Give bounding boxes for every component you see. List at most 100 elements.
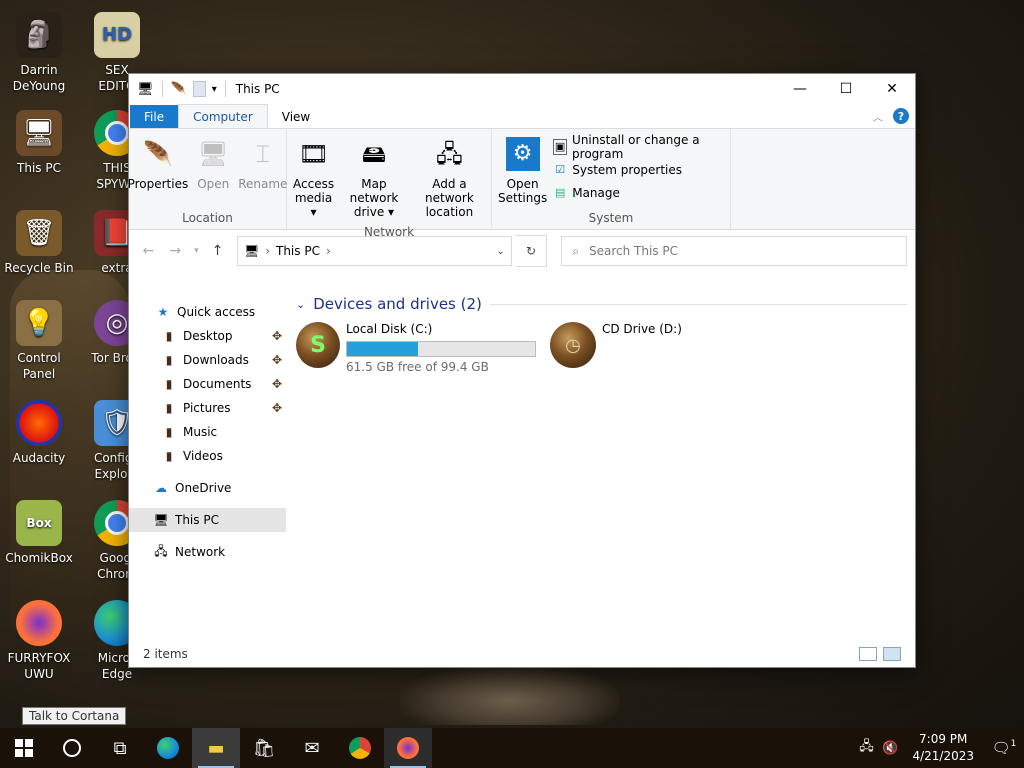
uninstall-program-button[interactable]: ▣ Uninstall or change a program	[553, 133, 726, 161]
back-arrow-icon[interactable]: ←	[137, 243, 160, 259]
hxd-editor-icon: HD	[94, 12, 140, 58]
window-controls: — ☐ ✕	[777, 74, 915, 104]
access-media-button[interactable]: 🎞 Access media ▾	[291, 133, 336, 223]
desktop-icon-furryfox[interactable]: FURRYFOX UWU	[0, 600, 78, 682]
forward-arrow-icon[interactable]: →	[164, 243, 187, 259]
refresh-button[interactable]: ↻	[515, 235, 548, 267]
collapse-ribbon-icon[interactable]: ︿	[873, 109, 883, 124]
nav-pictures[interactable]: ▮ Pictures ✥	[129, 396, 286, 420]
taskbar: ⧉ ▬ 🛍 ✉ 🖧 🔇 7:09 PM 4/21/2023 🗨 1	[0, 728, 1024, 768]
rename-button[interactable]: ⌶ Rename	[236, 133, 289, 209]
pin-icon[interactable]: ✥	[272, 377, 282, 391]
taskbar-mail[interactable]: ✉	[288, 728, 336, 768]
devices-group-header[interactable]: ⌄ Devices and drives (2)	[296, 290, 915, 318]
drive-cd-d[interactable]: ◷ CD Drive (D:)	[550, 322, 790, 378]
nav-quick-access[interactable]: ★ Quick access	[129, 300, 286, 324]
clock[interactable]: 7:09 PM 4/21/2023	[902, 731, 984, 765]
nav-music[interactable]: ▮ Music	[129, 420, 286, 444]
network-status-icon[interactable]: 🖧	[854, 737, 878, 759]
pin-icon[interactable]: ✥	[272, 353, 282, 367]
drive-local-disk-c[interactable]: S Local Disk (C:) 61.5 GB free of 99.4 G…	[296, 322, 536, 378]
taskbar-chrome[interactable]	[336, 728, 384, 768]
desktop-icon-recycle-bin[interactable]: 🗑 Recycle Bin	[0, 210, 78, 276]
tab-computer[interactable]: Computer	[178, 104, 268, 128]
tab-file[interactable]: File	[130, 105, 179, 128]
desktop-icon-audacity[interactable]: Audacity	[0, 400, 78, 466]
minimize-button[interactable]: —	[777, 74, 823, 104]
folder-icon: ▮	[165, 353, 173, 367]
maximize-button[interactable]: ☐	[823, 74, 869, 104]
mail-icon: ✉	[304, 737, 320, 759]
network-location-icon: 🖧	[436, 140, 463, 168]
start-button[interactable]	[0, 728, 48, 768]
breadcrumb-chevron-icon[interactable]: ›	[265, 244, 270, 258]
nav-onedrive[interactable]: ☁ OneDrive	[129, 476, 286, 500]
cortana-circle-icon	[63, 739, 81, 757]
drive-usage-fill	[347, 342, 419, 356]
details-view-icon[interactable]	[859, 647, 877, 661]
item-count: 2 items	[143, 647, 188, 661]
desktop-icon-this-pc[interactable]: 🖥 This PC	[0, 110, 78, 176]
lightbulb-icon: 💡	[16, 300, 62, 346]
nav-videos[interactable]: ▮ Videos	[129, 444, 286, 468]
address-dropdown-icon[interactable]: ⌄	[496, 246, 504, 257]
task-view-icon: ⧉	[113, 737, 127, 759]
system-properties-button[interactable]: ☑ System properties	[553, 160, 726, 179]
taskbar-edge[interactable]	[144, 728, 192, 768]
tab-view[interactable]: View	[268, 105, 324, 128]
chrome-icon	[349, 737, 371, 759]
desktop-icon-control-panel[interactable]: 💡 Control Panel	[0, 300, 78, 382]
cortana-button[interactable]	[48, 728, 96, 768]
task-view-button[interactable]: ⧉	[96, 728, 144, 768]
nav-desktop[interactable]: ▮ Desktop ✥	[129, 324, 286, 348]
chomikbox-icon: Box	[16, 500, 62, 546]
breadcrumb-chevron-icon[interactable]: ›	[326, 244, 331, 258]
nav-network[interactable]: 🖧 Network	[129, 540, 286, 564]
desktop-icon-darrin[interactable]: 🗿 Darrin DeYoung	[0, 12, 78, 94]
address-bar[interactable]: 🖥 › This PC › ⌄	[236, 236, 512, 266]
drive-name: Local Disk (C:)	[346, 322, 433, 336]
clock-date: 4/21/2023	[912, 749, 974, 763]
title-bar[interactable]: 🖥 🪶 ▾ This PC — ☐ ✕	[129, 74, 915, 104]
recent-locations-chevron-icon[interactable]: ▾	[191, 246, 202, 256]
nav-this-pc[interactable]: 🖥 This PC	[129, 508, 286, 532]
customize-toolbar-dropdown-icon[interactable]: ▾	[212, 84, 217, 95]
status-bar: 2 items	[129, 641, 915, 667]
manage-button[interactable]: ▤ Manage	[553, 183, 726, 202]
help-icon[interactable]: ?	[893, 108, 909, 124]
ribbon-tabs: File Computer View ︿ ?	[129, 104, 915, 128]
notification-center-button[interactable]: 🗨 1	[984, 739, 1024, 757]
desktop-icon-chomikbox[interactable]: Box ChomikBox	[0, 500, 78, 566]
map-network-drive-button[interactable]: 🖴 Map network drive ▾	[340, 133, 408, 223]
volume-muted-icon[interactable]: 🔇	[878, 741, 902, 756]
edge-icon	[157, 737, 179, 759]
pin-icon[interactable]: ✥	[272, 329, 282, 343]
group-title: Devices and drives (2)	[313, 295, 482, 313]
breadcrumb-this-pc[interactable]: This PC	[276, 244, 320, 258]
open-button[interactable]: 🖥 Open	[194, 133, 232, 209]
notification-count: 1	[1010, 739, 1017, 749]
up-arrow-icon[interactable]: ↑	[206, 243, 229, 259]
search-box[interactable]: ⌕ Search This PC	[561, 236, 907, 266]
add-network-location-button[interactable]: 🖧 Add a network location	[412, 133, 487, 223]
new-folder-quick-icon[interactable]	[192, 81, 206, 97]
taskbar-store[interactable]: 🛍	[240, 728, 288, 768]
collapse-chevron-icon[interactable]: ⌄	[296, 298, 305, 311]
large-icons-view-icon[interactable]	[883, 647, 901, 661]
close-button[interactable]: ✕	[869, 74, 915, 104]
properties-button[interactable]: 🪶 Properties	[126, 133, 191, 209]
drives-list: S Local Disk (C:) 61.5 GB free of 99.4 G…	[296, 322, 915, 378]
nav-downloads[interactable]: ▮ Downloads ✥	[129, 348, 286, 372]
view-toggle	[859, 647, 901, 661]
pin-icon[interactable]: ✥	[272, 401, 282, 415]
nav-documents[interactable]: ▮ Documents ✥	[129, 372, 286, 396]
taskbar-firefox[interactable]	[384, 728, 432, 768]
folder-icon: ▮	[165, 377, 173, 391]
window-title: This PC	[235, 82, 280, 96]
taskbar-file-explorer[interactable]: ▬	[192, 728, 240, 768]
store-icon: 🛍	[252, 737, 276, 759]
properties-quick-icon[interactable]: 🪶	[171, 82, 187, 97]
star-icon: ★	[157, 305, 169, 319]
address-row: ← → ▾ ↑ 🖥 › This PC › ⌄ ↻ ⌕ Search This …	[129, 230, 915, 272]
open-settings-button[interactable]: ⚙ Open Settings	[496, 133, 549, 209]
